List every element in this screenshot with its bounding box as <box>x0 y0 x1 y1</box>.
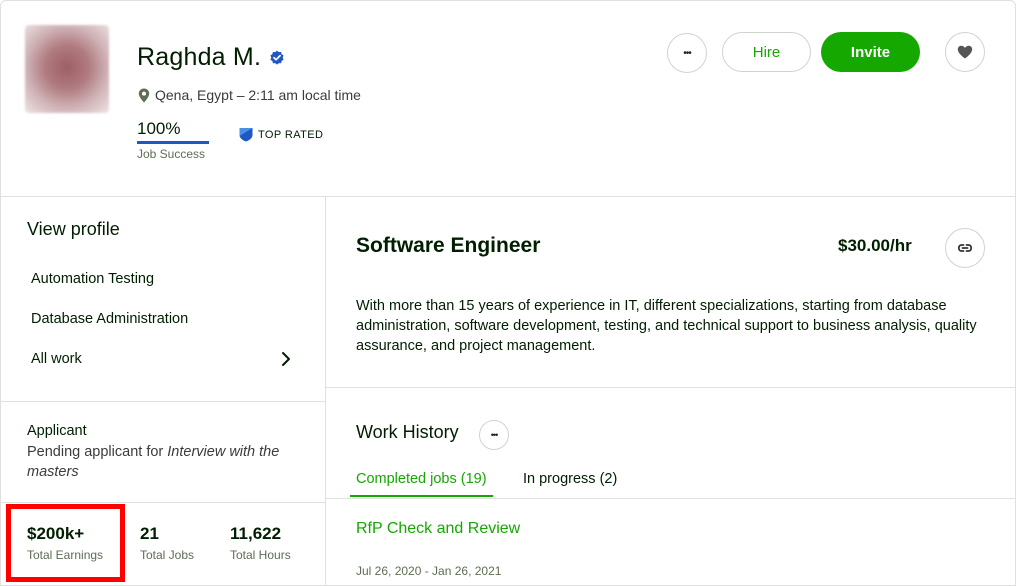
heart-icon <box>957 45 973 59</box>
job-success-bar <box>137 141 209 144</box>
sidebar-divider <box>1 401 325 402</box>
top-rated-icon <box>239 128 253 142</box>
stat-value: 11,622 <box>230 524 282 543</box>
more-icon: ••• <box>490 430 499 440</box>
profile-header: Raghda M. Qena, Egypt – 2:11 am local ti… <box>1 1 1015 197</box>
top-rated-label: TOP RATED <box>258 128 324 141</box>
invite-button[interactable]: Invite <box>821 32 920 72</box>
highlight-box <box>6 504 125 582</box>
profile-main: Software Engineer $30.00/hr With more th… <box>326 197 1015 585</box>
tab-in-progress[interactable]: In progress (2) <box>523 471 617 487</box>
applicant-prefix: Pending applicant for <box>27 444 168 460</box>
more-options-button[interactable]: ••• <box>667 33 707 73</box>
job-success-score[interactable]: 100% Job Success <box>137 119 209 161</box>
location-text: Qena, Egypt – 2:11 am local time <box>155 87 361 103</box>
hire-button[interactable]: Hire <box>722 32 811 72</box>
tabs-divider <box>326 498 1015 499</box>
job-title-link[interactable]: RfP Check and Review <box>356 520 520 538</box>
stat-label: Total Jobs <box>140 548 195 562</box>
job-dates: Jul 26, 2020 - Jan 26, 2021 <box>356 564 502 578</box>
stat-value: 21 <box>140 524 159 543</box>
location-pin-icon <box>138 88 150 102</box>
view-profile-heading: View profile <box>27 219 120 239</box>
stat-label: Total Hours <box>230 548 291 562</box>
chevron-right-icon[interactable] <box>279 351 293 367</box>
verified-icon <box>270 50 284 65</box>
job-success-label: Job Success <box>137 147 206 161</box>
tab-completed-jobs[interactable]: Completed jobs (19) <box>350 471 493 497</box>
job-success-value: 100% <box>137 119 181 138</box>
save-freelancer-button[interactable] <box>945 32 985 72</box>
work-history-more-button[interactable]: ••• <box>479 420 509 450</box>
copy-link-button[interactable] <box>945 228 985 268</box>
name-row: Raghda M. <box>137 43 285 72</box>
stat-total-jobs: 21 Total Jobs <box>140 524 194 562</box>
location-row: Qena, Egypt – 2:11 am local time <box>138 87 361 103</box>
avatar[interactable] <box>25 25 109 113</box>
sidebar-item-database-administration[interactable]: Database Administration <box>31 311 188 327</box>
main-divider <box>326 387 1015 388</box>
sidebar-item-all-work[interactable]: All work <box>31 351 82 367</box>
freelancer-name: Raghda M. <box>137 43 262 71</box>
more-icon: ••• <box>683 47 691 59</box>
profile-title: Software Engineer <box>356 234 541 257</box>
profile-sidebar: View profile Automation Testing Database… <box>1 197 326 585</box>
sidebar-divider <box>1 502 325 503</box>
profile-overview: With more than 15 years of experience in… <box>356 298 977 354</box>
sidebar-item-automation-testing[interactable]: Automation Testing <box>31 271 154 287</box>
freelancer-profile-card: Raghda M. Qena, Egypt – 2:11 am local ti… <box>0 0 1016 586</box>
top-rated-badge[interactable]: TOP RATED <box>239 127 323 142</box>
hourly-rate: $30.00/hr <box>838 236 912 255</box>
stat-total-hours: 11,622 Total Hours <box>230 524 291 562</box>
applicant-title: Applicant <box>27 423 87 439</box>
applicant-description: Pending applicant for Interview with the… <box>27 442 307 482</box>
work-history-title: Work History <box>356 422 459 442</box>
link-icon <box>957 244 973 252</box>
